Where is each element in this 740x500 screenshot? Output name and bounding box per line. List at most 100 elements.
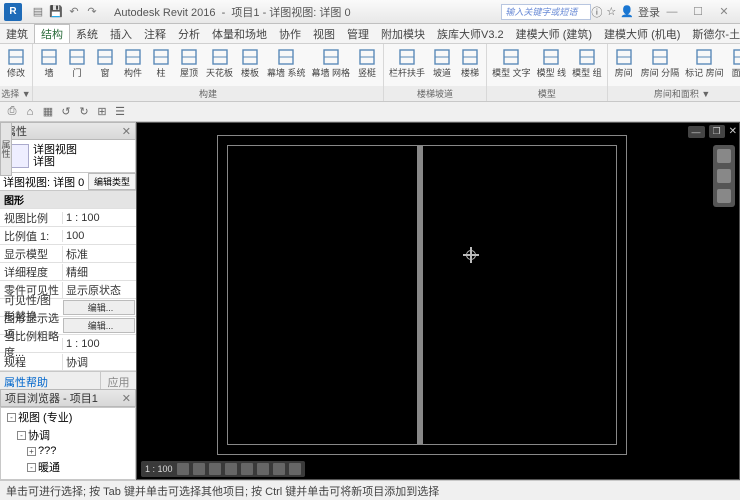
qb-icon[interactable]: ⌂: [22, 104, 38, 120]
ribbon-tab[interactable]: 协作: [273, 24, 307, 43]
tree-expander-icon[interactable]: -: [17, 431, 26, 440]
close-icon[interactable]: ✕: [122, 125, 131, 138]
ribbon-button-mline[interactable]: 模型 线: [535, 46, 569, 86]
reveal-hidden-icon[interactable]: [289, 463, 301, 475]
view-minimize-icon[interactable]: —: [688, 126, 705, 138]
ribbon-button-column[interactable]: 柱: [148, 46, 174, 86]
view-restore-icon[interactable]: ❐: [709, 125, 725, 138]
qb-icon[interactable]: ▦: [40, 104, 56, 120]
qb-icon[interactable]: ⎙: [4, 104, 20, 120]
ribbon-button-ceiling[interactable]: 天花板: [204, 46, 235, 86]
ribbon-tab[interactable]: 插入: [104, 24, 138, 43]
ribbon-tab[interactable]: 系统: [70, 24, 104, 43]
ribbon-button-mgroup[interactable]: 模型 组: [570, 46, 604, 86]
ribbon-tab[interactable]: 分析: [172, 24, 206, 43]
tree-node[interactable]: +???: [1, 444, 135, 458]
tree-expander-icon[interactable]: -: [27, 463, 36, 472]
property-value[interactable]: 编辑...: [63, 318, 135, 333]
project-browser[interactable]: -视图 (专业)-协调+???-暖通-楼层平面1 - 机械+卫浴-机械-暖通-楼…: [0, 407, 136, 480]
login-area[interactable]: ⓘ ☆ 👤 登录: [591, 4, 660, 20]
ribbon-tab[interactable]: 视图: [307, 24, 341, 43]
ribbon-tab[interactable]: 管理: [341, 24, 375, 43]
close-icon[interactable]: ✕: [122, 392, 131, 405]
crop-region-icon[interactable]: [257, 463, 269, 475]
view-close-icon[interactable]: ✕: [729, 126, 737, 137]
navigation-bar[interactable]: [713, 145, 735, 207]
ribbon-button-rail[interactable]: 栏杆扶手: [387, 46, 427, 86]
ribbon-button-cursor[interactable]: 修改: [3, 46, 29, 86]
property-value[interactable]: 显示原状态: [62, 282, 136, 298]
nav-wheel-icon[interactable]: [717, 149, 731, 163]
property-value[interactable]: 精细: [62, 264, 136, 280]
property-value[interactable]: 1 : 100: [62, 338, 136, 350]
ribbon-button-curtain[interactable]: 幕墙 系统: [265, 46, 308, 86]
qb-icon[interactable]: ⊞: [94, 104, 110, 120]
ribbon-tab[interactable]: 体量和场地: [206, 24, 273, 43]
minimize-button[interactable]: —: [660, 3, 684, 21]
ribbon-button-rsep[interactable]: 房间 分隔: [639, 46, 682, 86]
tree-expander-icon[interactable]: +: [27, 447, 36, 456]
ribbon-tab[interactable]: 注释: [138, 24, 172, 43]
apply-button[interactable]: 应用: [100, 372, 136, 389]
tree-node[interactable]: -视图 (专业): [1, 408, 135, 426]
ribbon-tab[interactable]: 斯德尔-土建: [686, 24, 740, 43]
ribbon-button-area[interactable]: 面积: [728, 46, 740, 86]
ribbon-button-mtext[interactable]: 模型 文字: [490, 46, 533, 86]
browser-header[interactable]: 项目浏览器 - 项目1 ✕: [0, 389, 136, 407]
ribbon-button-wall[interactable]: 墙: [36, 46, 62, 86]
ribbon-button-rtag[interactable]: 标记 房间: [683, 46, 726, 86]
sun-path-icon[interactable]: [209, 463, 221, 475]
tree-expander-icon[interactable]: -: [7, 413, 16, 422]
ribbon-tab[interactable]: 建模大师 (建筑): [510, 24, 598, 43]
ribbon-button-floor[interactable]: 楼板: [237, 46, 263, 86]
properties-help-link[interactable]: 属性帮助: [0, 372, 100, 389]
property-value[interactable]: 编辑...: [63, 300, 135, 315]
ribbon-tab[interactable]: 建筑: [0, 24, 34, 43]
property-value[interactable]: 100: [62, 230, 136, 242]
close-button[interactable]: ✕: [712, 3, 736, 21]
visual-style-icon[interactable]: [193, 463, 205, 475]
tree-node[interactable]: -暖通: [1, 458, 135, 476]
maximize-button[interactable]: ☐: [686, 3, 710, 21]
ribbon-button-ramp[interactable]: 坡道: [429, 46, 455, 86]
ribbon-tab[interactable]: 结构: [34, 24, 70, 43]
ribbon-tab[interactable]: 建模大师 (机电): [598, 24, 686, 43]
qat-save-icon[interactable]: 💾: [48, 4, 64, 20]
ribbon-button-cgrid[interactable]: 幕墙 网格: [310, 46, 353, 86]
properties-side-tab[interactable]: 属性: [0, 122, 12, 176]
ribbon-button-window[interactable]: 窗: [92, 46, 118, 86]
qat-open-icon[interactable]: ▤: [30, 4, 46, 20]
nav-zoom-icon[interactable]: [717, 189, 731, 203]
property-value[interactable]: 协调: [62, 354, 136, 370]
view-scale[interactable]: 1 : 100: [145, 464, 173, 474]
qat-redo-icon[interactable]: ↷: [84, 4, 100, 20]
instance-selector[interactable]: 详图视图: 详图 0: [0, 174, 88, 190]
property-group-header[interactable]: 图形: [0, 191, 136, 209]
nav-pan-icon[interactable]: [717, 169, 731, 183]
shadows-icon[interactable]: [225, 463, 237, 475]
crop-view-icon[interactable]: [241, 463, 253, 475]
tree-node[interactable]: -协调: [1, 426, 135, 444]
qat-undo-icon[interactable]: ↶: [66, 4, 82, 20]
type-selector[interactable]: 详图视图 详图: [0, 140, 136, 173]
properties-header[interactable]: 属性 ✕: [0, 122, 136, 140]
property-value[interactable]: 标准: [62, 246, 136, 262]
ribbon-button-mullion[interactable]: 竖梃: [354, 46, 380, 86]
ribbon-button-roof[interactable]: 屋顶: [176, 46, 202, 86]
ribbon-button-comp[interactable]: 构件: [120, 46, 146, 86]
property-value[interactable]: 1 : 100: [62, 212, 136, 224]
qb-icon[interactable]: ↻: [76, 104, 92, 120]
drawing-canvas[interactable]: — ❐ ✕ 1 : 100: [136, 122, 740, 480]
qb-icon[interactable]: ☰: [112, 104, 128, 120]
detail-level-icon[interactable]: [177, 463, 189, 475]
hide-isolate-icon[interactable]: [273, 463, 285, 475]
tree-node[interactable]: -楼层平面: [1, 476, 135, 480]
qb-icon[interactable]: ↺: [58, 104, 74, 120]
ribbon-button-room[interactable]: 房间: [611, 46, 637, 86]
help-search-input[interactable]: 输入关键字或短语: [501, 4, 591, 20]
app-icon[interactable]: R: [4, 3, 22, 21]
ribbon-tab[interactable]: 族库大师V3.2: [431, 24, 510, 43]
ribbon-button-stair[interactable]: 楼梯: [457, 46, 483, 86]
edit-type-button[interactable]: 编辑类型: [88, 173, 136, 190]
ribbon-button-door[interactable]: 门: [64, 46, 90, 86]
